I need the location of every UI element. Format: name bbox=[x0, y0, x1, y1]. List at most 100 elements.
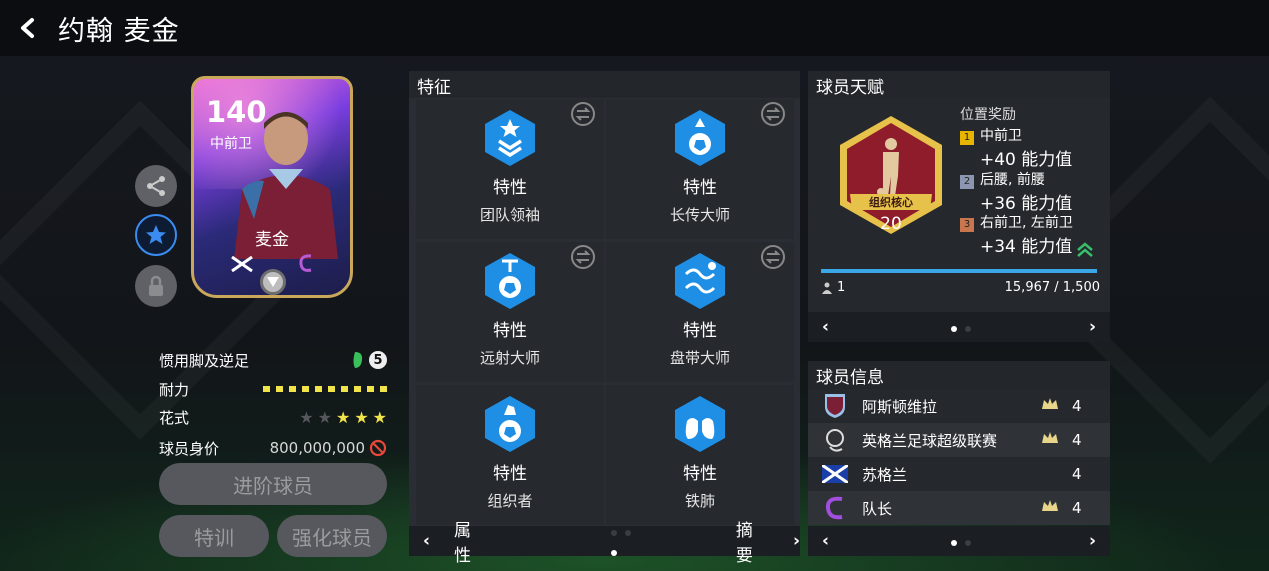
skill-stars: ★ ★ ★ ★ ★ bbox=[299, 408, 387, 427]
trait-name: 组织者 bbox=[487, 492, 533, 510]
stamina-segment bbox=[328, 386, 335, 392]
talent-progress-track bbox=[821, 269, 1097, 273]
stamina-segment bbox=[276, 386, 283, 392]
chemistry-crown-icon bbox=[1040, 396, 1060, 416]
swap-icon[interactable] bbox=[570, 101, 596, 127]
card-frame: 140 中前卫 麦金 bbox=[191, 76, 353, 298]
value-row: 球员身价 800,000,000 bbox=[159, 436, 387, 460]
info-program-name: 队长 bbox=[862, 499, 893, 518]
page-dots bbox=[947, 531, 975, 551]
chevron-right-icon[interactable]: › bbox=[1089, 317, 1096, 337]
info-row-league[interactable]: 英格兰足球超级联赛 4 bbox=[808, 423, 1110, 457]
lock-button[interactable] bbox=[135, 265, 177, 307]
page-dots bbox=[947, 317, 975, 337]
chevron-left-icon[interactable]: ‹ bbox=[822, 317, 829, 337]
scotland-flag-icon bbox=[822, 465, 848, 483]
bonus-positions: 后腰, 前腰 bbox=[980, 172, 1045, 188]
trait-card[interactable]: 特性 铁肺 bbox=[606, 385, 794, 525]
chemistry-count: 4 bbox=[1072, 465, 1082, 483]
trait-kind: 特性 bbox=[493, 321, 527, 341]
info-row-club[interactable]: 阿斯顿维拉 4 bbox=[808, 389, 1110, 423]
lungs-icon bbox=[675, 396, 725, 452]
trait-card[interactable]: 特性 盘带大师 bbox=[606, 242, 794, 382]
stamina-segment bbox=[289, 386, 296, 392]
stamina-segment bbox=[315, 386, 322, 392]
stamina-label: 耐力 bbox=[159, 380, 190, 399]
trait-card[interactable]: 特性 远射大师 bbox=[416, 242, 604, 382]
pager-prev-label[interactable]: 属性 bbox=[454, 516, 487, 566]
info-row-program[interactable]: 队长 4 bbox=[808, 491, 1110, 525]
stamina-segment bbox=[341, 386, 348, 392]
bonus-value: +36 能力值 bbox=[980, 194, 1073, 214]
trait-kind: 特性 bbox=[683, 321, 717, 341]
chemistry-count: 4 bbox=[1072, 499, 1082, 517]
weak-foot-row: 惯用脚及逆足 5 bbox=[159, 348, 387, 372]
pager-next-label[interactable]: 摘要 bbox=[736, 516, 769, 566]
weak-foot-value: 5 bbox=[369, 351, 387, 369]
trait-name: 铁肺 bbox=[684, 492, 715, 510]
share-button[interactable] bbox=[135, 165, 177, 207]
talent-header: 球员天赋 bbox=[808, 71, 1110, 99]
stamina-segment bbox=[354, 386, 361, 392]
bonus-value: +34 能力值 bbox=[980, 237, 1073, 257]
swap-icon[interactable] bbox=[760, 101, 786, 127]
talent-progress-fill bbox=[821, 269, 1097, 273]
trait-card[interactable]: 特性 团队领袖 bbox=[416, 99, 604, 239]
trait-card[interactable]: 特性 长传大师 bbox=[606, 99, 794, 239]
rank-badge: 3 bbox=[960, 217, 974, 232]
info-row-nation[interactable]: 苏格兰 4 bbox=[808, 457, 1110, 491]
swap-icon[interactable] bbox=[570, 244, 596, 270]
player-value: 800,000,000 bbox=[269, 439, 365, 457]
foot-icon bbox=[353, 352, 363, 368]
not-tradable-icon bbox=[369, 439, 387, 457]
stamina-segment bbox=[302, 386, 309, 392]
trait-card[interactable]: 特性 组织者 bbox=[416, 385, 604, 525]
weak-foot-label: 惯用脚及逆足 bbox=[159, 351, 250, 370]
trait-kind: 特性 bbox=[683, 178, 717, 198]
trait-name: 长传大师 bbox=[669, 206, 730, 224]
chevron-right-icon[interactable]: › bbox=[1089, 531, 1096, 551]
long-pass-icon bbox=[675, 110, 725, 166]
upgrade-player-button[interactable]: 强化球员 bbox=[277, 515, 387, 557]
rank-badge: 2 bbox=[960, 174, 974, 189]
stamina-row: 耐力 bbox=[159, 377, 387, 401]
skill-row: 花式 ★ ★ ★ ★ ★ bbox=[159, 405, 387, 429]
info-pager: ‹ › bbox=[808, 526, 1110, 556]
bonus-row: 1 中前卫 +40 能力值 bbox=[960, 125, 1072, 170]
bonus-value: +40 能力值 bbox=[980, 150, 1073, 170]
skill-star-icon: ★ bbox=[317, 407, 332, 427]
chemistry-crown-icon bbox=[1040, 498, 1060, 518]
chemistry-count: 4 bbox=[1072, 397, 1082, 415]
team-leader-icon bbox=[485, 110, 535, 166]
chemistry-crown-icon bbox=[1040, 430, 1060, 450]
playmaker-icon bbox=[485, 396, 535, 452]
chevron-left-icon[interactable]: ‹ bbox=[423, 531, 430, 551]
bonus-title: 位置奖励 bbox=[960, 107, 1016, 123]
training-button[interactable]: 特训 bbox=[159, 515, 269, 557]
trait-kind: 特性 bbox=[493, 178, 527, 198]
talent-xp: 15,967 / 1,500 bbox=[1004, 280, 1100, 295]
scotland-flag-icon bbox=[231, 253, 253, 277]
bonus-positions: 中前卫 bbox=[980, 128, 1022, 144]
skill-star-icon: ★ bbox=[299, 407, 314, 427]
info-club-name: 阿斯顿维拉 bbox=[862, 397, 938, 416]
stamina-segment bbox=[367, 386, 374, 392]
card-player-name: 麦金 bbox=[255, 230, 289, 250]
person-icon bbox=[822, 282, 832, 294]
lock-icon bbox=[149, 275, 163, 296]
club-crest-icon bbox=[825, 394, 845, 418]
card-rating: 140 bbox=[206, 95, 267, 129]
traits-header: 特征 bbox=[409, 71, 800, 99]
favorite-button[interactable] bbox=[135, 214, 177, 256]
dribbling-icon bbox=[675, 253, 725, 309]
info-header: 球员信息 bbox=[808, 361, 1110, 389]
bonus-row: 2 后腰, 前腰 +36 能力值 bbox=[960, 169, 1072, 214]
chevron-right-icon[interactable]: › bbox=[793, 531, 800, 551]
traits-grid: 特性 团队领袖 特性 长传大师 特性 远射大师 特性 盘带大师 特性 组织者 特… bbox=[409, 98, 800, 526]
back-arrow-icon[interactable] bbox=[0, 0, 56, 56]
player-card[interactable]: 140 中前卫 麦金 bbox=[183, 70, 365, 306]
swap-icon[interactable] bbox=[760, 244, 786, 270]
gem-icon bbox=[260, 269, 286, 295]
advance-player-button[interactable]: 进阶球员 bbox=[159, 463, 387, 505]
chevron-left-icon[interactable]: ‹ bbox=[822, 531, 829, 551]
